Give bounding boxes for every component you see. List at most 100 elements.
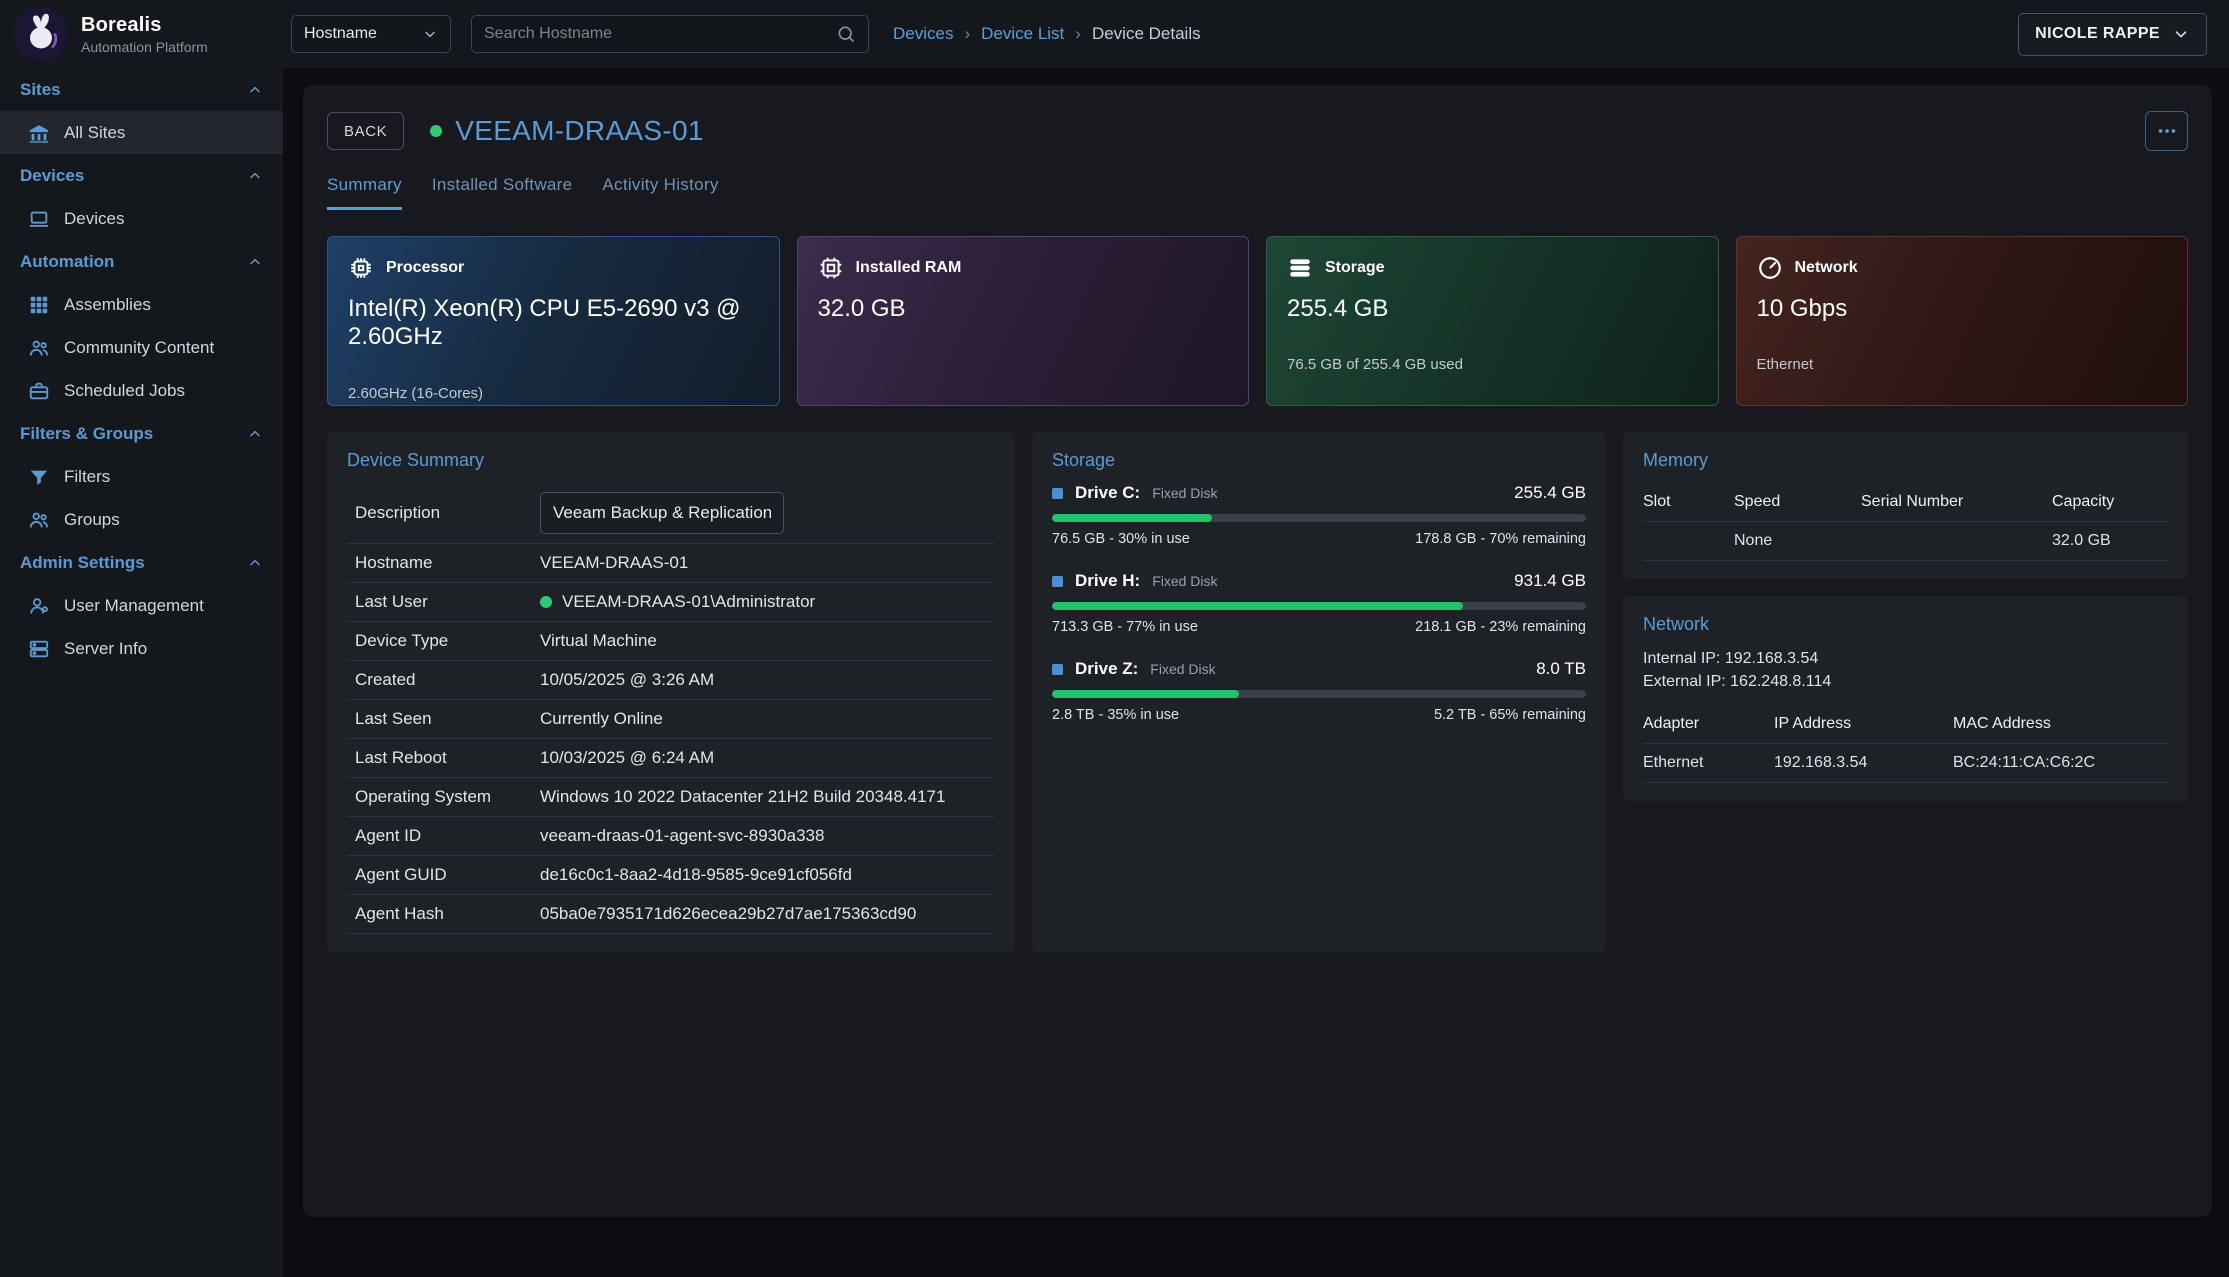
groups-icon [28, 509, 50, 531]
chevron-up-icon [247, 82, 263, 98]
memory-panel: Memory Slot Speed Serial Number Capacity… [1623, 432, 2188, 579]
sidebar-item-label: Scheduled Jobs [64, 381, 185, 401]
memory-table-row: None 32.0 GB [1643, 522, 2168, 561]
memory-table-header: Slot Speed Serial Number Capacity [1643, 483, 2168, 522]
drive-usage-bar [1052, 690, 1586, 698]
sidebar-section-sites[interactable]: Sites [0, 68, 283, 111]
sidebar-item-groups[interactable]: Groups [0, 498, 283, 541]
detail-columns: Device Summary Description Hostname VEEA… [327, 432, 2188, 952]
drive-used-label: 713.3 GB - 77% in use [1052, 619, 1198, 635]
ram-icon [818, 255, 844, 281]
back-button[interactable]: BACK [327, 112, 404, 150]
sidebar-section-admin-settings[interactable]: Admin Settings [0, 541, 283, 584]
sidebar-item-label: Server Info [64, 639, 147, 659]
breadcrumb-separator: › [964, 24, 970, 44]
drive-usage-bar-fill [1052, 690, 1239, 698]
brand-text: Borealis Automation Platform [81, 14, 208, 55]
stat-card-processor: Processor Intel(R) Xeon(R) CPU E5-2690 v… [327, 236, 780, 406]
sidebar-section-filters-groups[interactable]: Filters & Groups [0, 412, 283, 455]
tab-activity-history[interactable]: Activity History [602, 175, 718, 210]
more-actions-button[interactable] [2145, 111, 2188, 151]
rabbit-logo-icon [14, 7, 68, 61]
description-input[interactable] [540, 492, 784, 534]
chevron-up-icon [247, 426, 263, 442]
sidebar-item-label: Devices [64, 209, 124, 229]
search-by-select[interactable]: Hostname [291, 15, 451, 53]
sidebar-item-community-content[interactable]: Community Content [0, 326, 283, 369]
search-icon [836, 24, 856, 44]
summary-row-created: Created 10/05/2025 @ 3:26 AM [347, 661, 995, 700]
network-table: Adapter IP Address MAC Address Ethernet … [1643, 705, 2168, 783]
drive-bullet-icon [1052, 576, 1063, 587]
sidebar-item-user-management[interactable]: User Management [0, 584, 283, 627]
device-details-panel: BACK VEEAM-DRAAS-01 Summary Installed So… [303, 85, 2212, 1217]
network-table-row: Ethernet 192.168.3.54 BC:24:11:CA:C6:2C [1643, 744, 2168, 783]
page: Borealis Automation Platform Hostname De… [0, 0, 2229, 1277]
cpu-icon [348, 255, 374, 281]
network-icon [1757, 255, 1783, 281]
drive-usage-bar-fill [1052, 602, 1463, 610]
summary-row-agent-guid: Agent GUID de16c0c1-8aa2-4d18-9585-9ce91… [347, 856, 995, 895]
drive-usage-bar-fill [1052, 514, 1212, 522]
server-info-icon [28, 638, 50, 660]
chevron-down-icon [2172, 25, 2190, 43]
drive-row-c: Drive C: Fixed Disk 255.4 GB 76.5 GB - 3… [1052, 483, 1586, 547]
chevron-up-icon [247, 555, 263, 571]
memory-table: Slot Speed Serial Number Capacity None 3… [1643, 483, 2168, 561]
stat-card-label: Processor [386, 259, 464, 277]
network-table-header: Adapter IP Address MAC Address [1643, 705, 2168, 744]
summary-row-device-type: Device Type Virtual Machine [347, 622, 995, 661]
sidebar-item-scheduled-jobs[interactable]: Scheduled Jobs [0, 369, 283, 412]
sidebar-item-label: User Management [64, 596, 204, 616]
devices-icon [28, 208, 50, 230]
user-name: NICOLE RAPPE [2035, 25, 2160, 43]
sidebar-item-all-sites[interactable]: All Sites [0, 111, 283, 154]
breadcrumb-devices[interactable]: Devices [893, 24, 953, 44]
sidebar-item-label: Community Content [64, 338, 214, 358]
device-summary-panel: Device Summary Description Hostname VEEA… [327, 432, 1015, 952]
stat-card-storage: Storage 255.4 GB 76.5 GB of 255.4 GB use… [1266, 236, 1719, 406]
search-by-value: Hostname [304, 25, 377, 43]
drive-bullet-icon [1052, 664, 1063, 675]
stat-card-network: Network 10 Gbps Ethernet [1736, 236, 2189, 406]
stat-card-value: 10 Gbps [1757, 295, 2168, 323]
sidebar-section-devices[interactable]: Devices [0, 154, 283, 197]
user-menu-button[interactable]: NICOLE RAPPE [2018, 13, 2207, 56]
stat-card-sub: 76.5 GB of 255.4 GB used [1287, 356, 1698, 373]
breadcrumb: Devices › Device List › Device Details [893, 24, 1201, 44]
tab-installed-software[interactable]: Installed Software [432, 175, 573, 210]
device-title: VEEAM-DRAAS-01 [430, 115, 704, 147]
drive-row-h: Drive H: Fixed Disk 931.4 GB 713.3 GB - … [1052, 571, 1586, 635]
summary-row-agent-hash: Agent Hash 05ba0e7935171d626ecea29b27d7a… [347, 895, 995, 934]
panel-header: BACK VEEAM-DRAAS-01 [327, 111, 2188, 151]
breadcrumb-device-list[interactable]: Device List [981, 24, 1064, 44]
community-content-icon [28, 337, 50, 359]
assemblies-icon [28, 294, 50, 316]
scheduled-jobs-icon [28, 380, 50, 402]
sidebar-item-assemblies[interactable]: Assemblies [0, 283, 283, 326]
chevron-down-icon [422, 26, 438, 42]
ellipsis-icon [2156, 120, 2178, 142]
sites-icon [28, 122, 50, 144]
chevron-up-icon [247, 168, 263, 184]
search-input[interactable] [484, 25, 836, 43]
internal-ip: Internal IP: 192.168.3.54 [1643, 647, 2168, 670]
tab-bar: Summary Installed Software Activity Hist… [327, 175, 2188, 210]
sidebar-item-filters[interactable]: Filters [0, 455, 283, 498]
app-name: Borealis [81, 14, 208, 37]
sidebar-section-automation[interactable]: Automation [0, 240, 283, 283]
memory-panel-title: Memory [1643, 450, 2168, 471]
summary-row-agent-id: Agent ID veeam-draas-01-agent-svc-8930a3… [347, 817, 995, 856]
drive-remaining-label: 218.1 GB - 23% remaining [1415, 619, 1586, 635]
sidebar-item-server-info[interactable]: Server Info [0, 627, 283, 670]
summary-row-description: Description [347, 483, 995, 544]
drive-bullet-icon [1052, 488, 1063, 499]
sidebar-item-devices[interactable]: Devices [0, 197, 283, 240]
right-column: Memory Slot Speed Serial Number Capacity… [1623, 432, 2188, 952]
drive-usage-bar [1052, 602, 1586, 610]
storage-panel: Storage Drive C: Fixed Disk 255.4 GB [1032, 432, 1606, 952]
stat-card-sub: Ethernet [1757, 356, 2168, 373]
user-management-icon [28, 595, 50, 617]
tab-summary[interactable]: Summary [327, 175, 402, 210]
summary-row-last-seen: Last Seen Currently Online [347, 700, 995, 739]
